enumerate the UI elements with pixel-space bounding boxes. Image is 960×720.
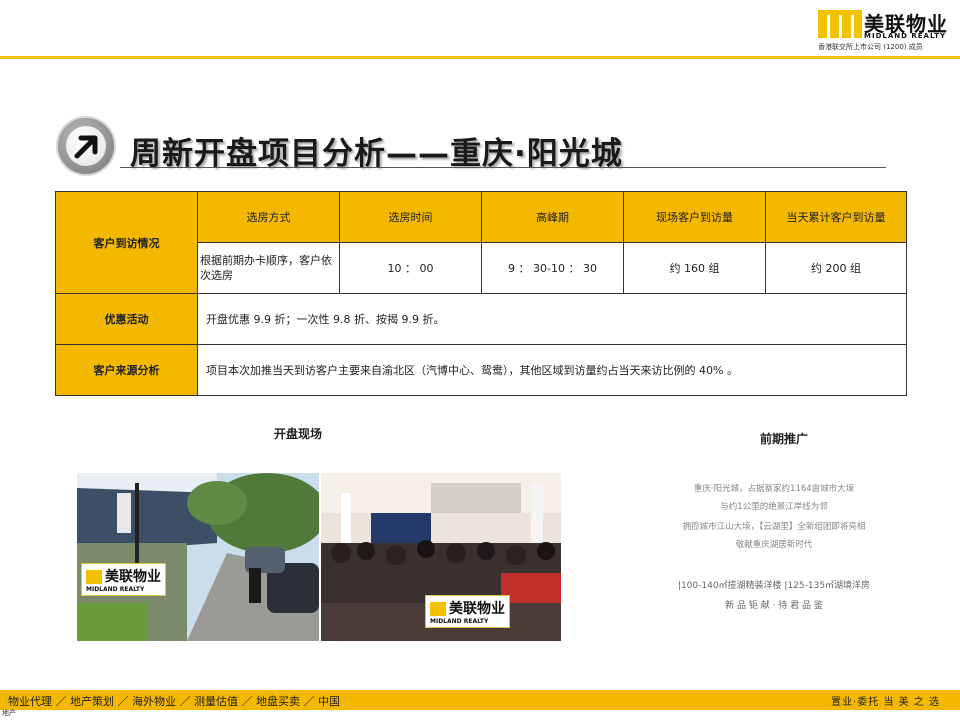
midland-logo: 美联物业 MIDLAND REALTY 香港联交所上市公司 (1200) 成员 (818, 8, 954, 52)
arrow-badge-icon (56, 116, 116, 176)
visit-label: 客户到访情况 (55, 191, 198, 294)
promo-unit-types: |100-140㎡揽湖精装洋楼 |125-135㎡湖境洋房 (677, 581, 871, 591)
value-peak-period: 9 ： 30-10 ： 30 (481, 242, 624, 294)
title-underline (120, 167, 886, 168)
project-info-table: 客户到访情况 选房方式 选房时间 高峰期 现场客户到访量 当天累计客户到访量 根… (55, 191, 907, 396)
promo-line-1: 重庆·阳光城，占据蔡家约1164亩城市大境 (693, 484, 855, 494)
promo-text: 开盘优惠 9.9 折；一次性 9.8 折、按揭 9.9 折。 (197, 293, 907, 345)
value-selection-time: 10 ： 00 (339, 242, 482, 294)
header-selection-time: 选房时间 (339, 191, 482, 243)
value-onsite-visitors: 约 160 组 (623, 242, 766, 294)
value-selection-method: 根据前期办卡顺序，客户依次选房 (197, 242, 340, 294)
promo-line-2: 与约1公里的绝景江岸线为邻 (720, 502, 828, 512)
logo-mark-icon (818, 10, 862, 38)
promo-line-4: 敬献重庆湖居新时代 (735, 540, 813, 550)
watermark-logo: 美联物业 MIDLAND REALTY (81, 563, 166, 596)
opening-photo-outdoor: 美联物业 MIDLAND REALTY (77, 473, 319, 641)
logo-subtitle: 香港联交所上市公司 (1200) 成员 (818, 43, 923, 51)
header-selection-method: 选房方式 (197, 191, 340, 243)
source-text: 项目本次加推当天到访客户主要来自渝北区（汽博中心、鸳鸯），其他区域到访量约占当天… (197, 344, 907, 396)
promotion-panel: 重庆·阳光城，占据蔡家约1164亩城市大境 与约1公里的绝景江岸线为邻 拥揽城市… (654, 468, 894, 618)
source-label: 客户来源分析 (55, 344, 198, 396)
watermark-logo: 美联物业 MIDLAND REALTY (425, 595, 510, 628)
footer-small-text: 地产 (2, 709, 16, 717)
promo-line-3: 拥揽城市江山大境，【云湖里】全新组团即将亮相 (682, 522, 866, 532)
opening-photo-indoor: 美联物业 MIDLAND REALTY (321, 473, 561, 641)
header-total-visitors: 当天累计客户到访量 (765, 191, 907, 243)
promo-label: 优惠活动 (55, 293, 198, 345)
footer-slogan: 置业·委托 当 美 之 选 (831, 697, 940, 708)
logo-en-text: MIDLAND REALTY (864, 32, 947, 40)
header-peak-period: 高峰期 (481, 191, 624, 243)
footer-bar: 物业代理 ／ 地产策划 ／ 海外物业 ／ 测量估值 ／ 地盘买卖 ／ 中国 置业… (0, 690, 960, 710)
opening-site-heading: 开盘现场 (274, 427, 323, 441)
promotion-heading: 前期推广 (760, 432, 809, 446)
footer-services: 物业代理 ／ 地产策划 ／ 海外物业 ／ 测量估值 ／ 地盘买卖 ／ 中国 (8, 695, 340, 708)
header-onsite-visitors: 现场客户到访量 (623, 191, 766, 243)
header-rule (0, 56, 960, 59)
promo-tagline: 新 品 钜 献 · 待 君 品 鉴 (725, 601, 823, 611)
value-total-visitors: 约 200 组 (765, 242, 907, 294)
